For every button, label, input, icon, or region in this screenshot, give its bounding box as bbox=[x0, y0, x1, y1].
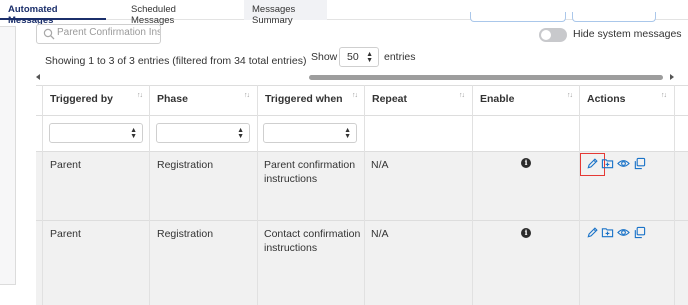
column-header-repeat[interactable]: Repeat bbox=[364, 85, 472, 115]
hide-system-messages-toggle[interactable] bbox=[539, 28, 567, 42]
select-arrows-icon: ▲ ▼ bbox=[366, 51, 373, 64]
search-icon bbox=[43, 28, 55, 40]
scrollbar-thumb[interactable] bbox=[309, 75, 663, 80]
cell-triggered-when: Contact confirmation instructions bbox=[264, 228, 361, 254]
select-arrows-icon: ▲ ▼ bbox=[130, 127, 137, 140]
column-header-triggered-by[interactable]: Triggered by bbox=[42, 85, 149, 115]
sort-icon: ↑↓ bbox=[459, 92, 465, 99]
filter-triggered-when-select[interactable]: ▲ ▼ bbox=[263, 123, 357, 143]
table-info: Showing 1 to 3 of 3 entries (filtered fr… bbox=[45, 55, 307, 67]
column-header-phase[interactable]: Phase bbox=[149, 85, 257, 115]
top-action-button-1[interactable] bbox=[470, 12, 566, 22]
sort-icon: ↑↓ bbox=[661, 92, 667, 99]
column-header-actions[interactable]: Actions bbox=[579, 85, 674, 115]
select-arrows-icon: ▲ ▼ bbox=[344, 127, 351, 140]
eye-icon[interactable] bbox=[617, 157, 630, 170]
side-panel bbox=[0, 26, 16, 285]
scroll-right-arrow-icon[interactable] bbox=[670, 74, 674, 80]
cell-triggered-by: Parent bbox=[50, 159, 81, 171]
info-icon[interactable]: i bbox=[521, 158, 531, 168]
cell-phase: Registration bbox=[157, 159, 214, 171]
horizontal-scrollbar[interactable] bbox=[36, 73, 676, 83]
folder-plus-icon[interactable] bbox=[601, 157, 614, 170]
show-label: Show bbox=[311, 51, 338, 63]
cell-phase: Registration bbox=[157, 228, 214, 240]
sort-icon: ↑↓ bbox=[352, 92, 358, 99]
toggle-knob bbox=[541, 30, 551, 40]
tab-automated-messages[interactable]: Automated Messages bbox=[0, 0, 106, 26]
copy-icon[interactable] bbox=[633, 226, 646, 239]
filter-phase-select[interactable]: ▲ ▼ bbox=[156, 123, 250, 143]
eye-icon[interactable] bbox=[617, 226, 630, 239]
cell-repeat: N/A bbox=[371, 228, 389, 240]
column-header-enable[interactable]: Enable bbox=[472, 85, 579, 115]
column-header-triggered-when[interactable]: Triggered when bbox=[257, 85, 364, 115]
cell-repeat: N/A bbox=[371, 159, 389, 171]
tab-scheduled-messages[interactable]: Scheduled Messages bbox=[123, 0, 227, 26]
sort-icon: ↑↓ bbox=[244, 92, 250, 99]
search-input[interactable] bbox=[57, 27, 160, 38]
info-icon[interactable]: i bbox=[521, 228, 531, 238]
sort-icon: ↑↓ bbox=[567, 92, 573, 99]
tab-messages-summary[interactable]: Messages Summary bbox=[244, 0, 327, 26]
hide-system-messages-label: Hide system messages bbox=[573, 28, 682, 40]
pencil-icon[interactable] bbox=[586, 157, 599, 170]
cell-triggered-when: Parent confirmation instructions bbox=[264, 159, 356, 185]
cell-triggered-by: Parent bbox=[50, 228, 81, 240]
select-arrows-icon: ▲ ▼ bbox=[237, 127, 244, 140]
search-field[interactable] bbox=[36, 24, 161, 44]
sort-icon: ↑↓ bbox=[137, 92, 143, 99]
pencil-icon[interactable] bbox=[586, 226, 599, 239]
page-size-value: 50 bbox=[347, 51, 359, 63]
top-action-button-2[interactable] bbox=[572, 12, 656, 22]
copy-icon[interactable] bbox=[633, 157, 646, 170]
scroll-left-arrow-icon[interactable] bbox=[36, 74, 40, 80]
folder-plus-icon[interactable] bbox=[601, 226, 614, 239]
entries-label: entries bbox=[384, 51, 416, 63]
filter-triggered-by-select[interactable]: ▲ ▼ bbox=[49, 123, 143, 143]
page-size-select[interactable]: 50 ▲ ▼ bbox=[339, 47, 379, 67]
